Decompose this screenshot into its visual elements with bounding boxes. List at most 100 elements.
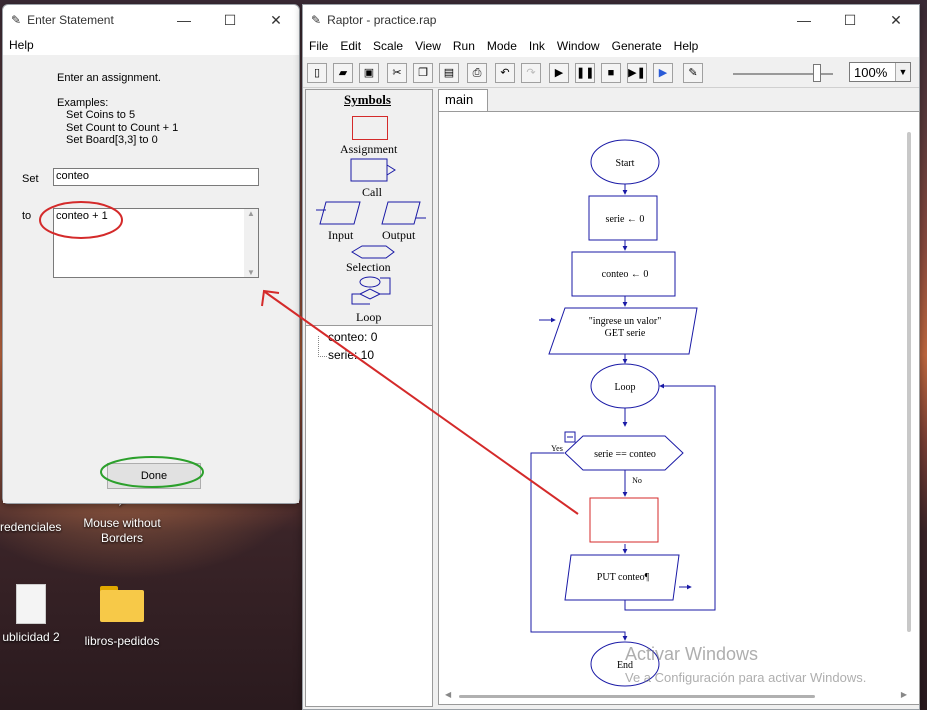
menu-generate[interactable]: Generate [606,39,668,53]
instruction-text: Enter an assignment. [57,72,161,84]
set-variable-input[interactable]: conteo [53,168,259,186]
to-label: to [22,210,32,222]
close-icon[interactable]: ✕ [253,12,299,29]
menu-run[interactable]: Run [447,39,481,53]
raptor-titlebar: ✎ Raptor - practice.rap — ☐ ✕ [303,5,919,35]
dialog-menubar: Help [3,35,299,55]
slider-thumb[interactable] [813,64,821,82]
redo-icon[interactable]: ↷ [521,63,541,83]
menu-view[interactable]: View [409,39,447,53]
speed-slider[interactable] [733,64,833,84]
flow-no-label: No [632,476,642,485]
to-expression-textarea[interactable]: conteo + 1 ▲ ▼ [53,208,259,278]
save-icon[interactable]: ▣ [359,63,379,83]
maximize-icon[interactable]: ☐ [207,12,253,29]
variable-serie: serie: 10 [328,348,375,362]
menu-file[interactable]: File [303,39,334,53]
dialog-title: Enter Statement [27,13,114,27]
desktop-icon-publicidad[interactable]: ublicidad 2 [0,584,62,644]
symbols-heading: Symbols [344,92,391,107]
copy-icon[interactable]: ❐ [413,63,433,83]
flow-input-prompt[interactable]: "ingrese un valor" [589,316,662,327]
variables-panel: conteo: 0 serie: 10 [305,325,433,707]
desktop-icon-libros-pedidos[interactable]: libros-pedidos [76,584,168,648]
raptor-title: Raptor - practice.rap [327,13,437,27]
menu-scale[interactable]: Scale [367,39,409,53]
selection-symbol[interactable] [350,244,396,260]
assignment-symbol[interactable] [352,116,388,140]
enter-statement-dialog: ✎ Enter Statement — ☐ ✕ Help Enter an as… [2,4,300,504]
done-button[interactable]: Done [107,463,201,489]
set-label: Set [22,173,39,185]
raptor-app-icon: ✎ [11,13,22,27]
output-symbol[interactable] [378,200,428,226]
print-icon[interactable]: ⎙ [467,63,487,83]
menu-window[interactable]: Window [551,39,606,53]
menu-edit[interactable]: Edit [334,39,367,53]
loop-symbol[interactable] [350,276,396,306]
folder-icon [100,586,144,622]
tab-main[interactable]: main [438,89,488,111]
minimize-icon[interactable]: — [161,12,207,28]
play-icon[interactable]: ▶ [549,63,569,83]
minimize-icon[interactable]: — [781,12,827,28]
raptor-app-icon: ✎ [311,13,322,27]
scroll-up-icon[interactable]: ▲ [244,209,258,218]
menu-help[interactable]: Help [668,39,705,53]
loop-label: Loop [356,310,382,324]
flow-start[interactable]: Start [616,158,635,169]
maximize-icon[interactable]: ☐ [827,12,873,29]
activate-windows-title: Activar Windows [625,644,759,664]
dialog-body: Enter an assignment. Examples: Set Coins… [3,55,299,503]
variable-conteo: conteo: 0 [328,330,378,344]
paste-icon[interactable]: ▤ [439,63,459,83]
tree-line [318,336,327,357]
menu-ink[interactable]: Ink [523,39,551,53]
output-label: Output [382,228,416,242]
scroll-left-icon[interactable]: ◀ [445,690,451,699]
flow-assign-serie[interactable]: serie ← 0 [606,214,645,225]
example-3: Set Board[3,3] to 0 [66,134,158,146]
undo-icon[interactable]: ↶ [495,63,515,83]
menu-help[interactable]: Help [3,38,40,52]
flow-output[interactable]: PUT conteo¶ [597,572,650,583]
pen-icon[interactable]: ✎ [683,63,703,83]
pause-icon[interactable]: ❚❚ [575,63,595,83]
scroll-right-icon[interactable]: ▶ [901,690,907,699]
new-file-icon[interactable]: ▯ [307,63,327,83]
flow-assign-conteo[interactable]: conteo ← 0 [602,269,649,280]
menu-mode[interactable]: Mode [481,39,523,53]
chevron-down-icon[interactable]: ▼ [895,63,910,81]
canvas-horizontal-scrollbar[interactable]: ◀ ▶ [445,690,907,702]
raptor-window: ✎ Raptor - practice.rap — ☐ ✕ File Edit … [302,4,920,710]
call-symbol[interactable] [350,158,402,184]
flow-input-get[interactable]: GET serie [605,328,646,339]
open-folder-icon[interactable]: ▰ [333,63,353,83]
zoom-value: 100% [854,65,888,80]
raptor-toolbar: ▯ ▰ ▣ ✂ ❐ ▤ ⎙ ↶ ↷ ▶ ❚❚ ■ ▶❚ ▶ ✎ 100% ▼ [303,59,919,88]
cut-icon[interactable]: ✂ [387,63,407,83]
example-1: Set Coins to 5 [66,109,136,121]
selection-label: Selection [346,260,391,274]
step-icon[interactable]: ▶❚ [627,63,647,83]
close-icon[interactable]: ✕ [873,12,919,29]
examples-heading: Examples: [57,97,109,109]
flowchart: Start serie ← 0 conteo ← 0 "ingrese un v… [530,139,716,687]
flow-condition[interactable]: serie == conteo [594,449,656,460]
input-symbol[interactable] [316,200,364,226]
zoom-select[interactable]: 100% ▼ [849,62,911,82]
scroll-down-icon[interactable]: ▼ [244,268,258,277]
step-into-icon[interactable]: ▶ [653,63,673,83]
textarea-scrollbar[interactable]: ▲ ▼ [244,209,258,277]
to-expression-text: conteo + 1 [56,210,108,222]
canvas-vertical-scrollbar[interactable] [907,132,911,632]
flow-loop[interactable]: Loop [614,382,635,393]
activate-windows-subtitle: Ve a Configuración para activar Windows. [625,670,867,685]
document-icon [16,584,46,624]
stop-icon[interactable]: ■ [601,63,621,83]
flow-yes-label: Yes [551,444,563,453]
raptor-menubar: File Edit Scale View Run Mode Ink Window… [303,35,919,57]
example-2: Set Count to Count + 1 [66,122,179,134]
dialog-titlebar: ✎ Enter Statement — ☐ ✕ [3,5,299,35]
assignment-label: Assignment [340,142,398,156]
